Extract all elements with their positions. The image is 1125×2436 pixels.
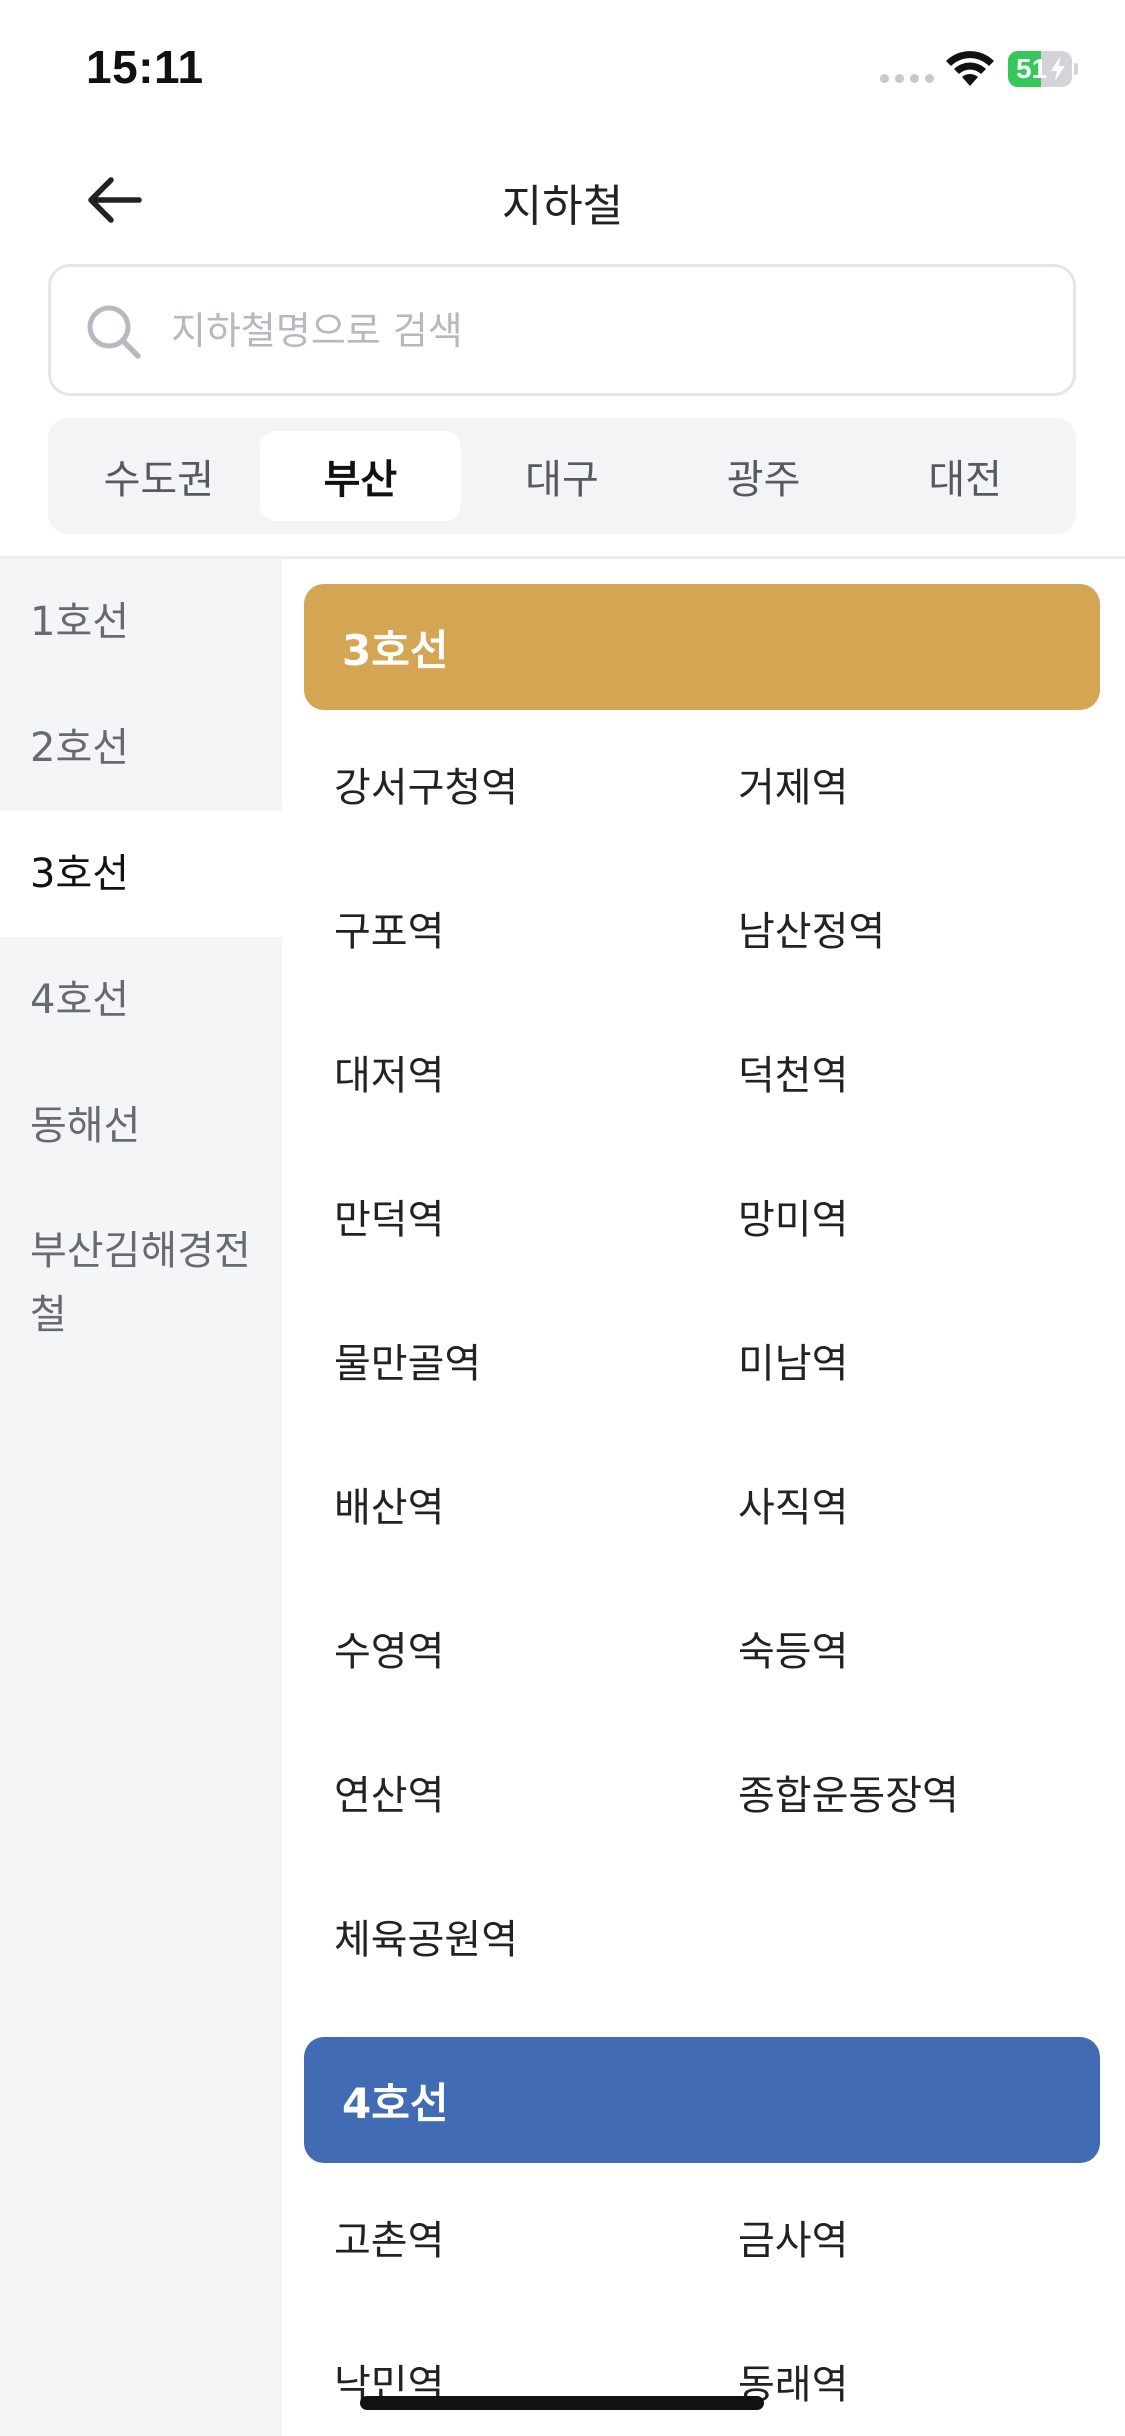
station-item[interactable]: 동래역 (738, 2309, 1125, 2436)
line-section-header: 4호선 (304, 2037, 1100, 2163)
station-item[interactable]: 물만골역 (334, 1288, 738, 1432)
charging-bolt-icon (1051, 57, 1065, 81)
sidebar-item-line[interactable]: 부산김해경전철 (0, 1189, 282, 1379)
status-time: 15:11 (86, 41, 204, 93)
sidebar-item-line[interactable]: 4호선 (0, 937, 282, 1063)
station-item[interactable]: 만덕역 (334, 1144, 738, 1288)
line-section-header: 3호선 (304, 584, 1100, 710)
nav-bar: 지하철 (0, 150, 1125, 250)
tab-region[interactable]: 광주 (663, 431, 865, 521)
wifi-icon (946, 51, 994, 86)
region-tabs: 수도권 부산 대구 광주 대전 (48, 418, 1076, 534)
home-indicator (360, 2396, 764, 2410)
status-bar: 15:11 51 (0, 0, 1125, 140)
station-item[interactable]: 사직역 (738, 1432, 1125, 1576)
station-item[interactable]: 숙등역 (738, 1576, 1125, 1720)
station-item[interactable]: 구포역 (334, 856, 738, 1000)
station-item[interactable]: 남산정역 (738, 856, 1125, 1000)
tab-region[interactable]: 부산 (259, 431, 462, 521)
page-title: 지하철 (501, 181, 624, 232)
battery-level: 51 (1016, 53, 1048, 84)
tab-region[interactable]: 대전 (864, 431, 1066, 521)
line-sidebar: 1호선 2호선 3호선 4호선 동해선 부산김해경전철 (0, 559, 282, 2436)
arrow-left-icon (88, 177, 142, 223)
station-item[interactable]: 체육공원역 (334, 1864, 738, 2008)
station-item[interactable]: 미남역 (738, 1288, 1125, 1432)
back-button[interactable] (80, 170, 150, 230)
station-item[interactable]: 고촌역 (334, 2165, 738, 2309)
search-icon (87, 305, 141, 359)
station-item[interactable]: 종합운동장역 (738, 1720, 1125, 1864)
station-item[interactable]: 연산역 (334, 1720, 738, 1864)
station-item[interactable]: 망미역 (738, 1144, 1125, 1288)
station-item[interactable]: 대저역 (334, 1000, 738, 1144)
sidebar-item-line[interactable]: 동해선 (0, 1063, 282, 1189)
battery-cap (1074, 63, 1078, 75)
sidebar-item-line[interactable]: 3호선 (0, 811, 282, 937)
subway-screen: 15:11 51 지하철 지하철명으로 검색 수도권 부산 대구 광주 대전 1… (0, 0, 1125, 2436)
station-item[interactable]: 금사역 (738, 2165, 1125, 2309)
station-item[interactable]: 수영역 (334, 1576, 738, 1720)
sidebar-item-line[interactable]: 1호선 (0, 559, 282, 685)
tab-region[interactable]: 수도권 (58, 431, 260, 521)
station-grid: 강서구청역 거제역 구포역 남산정역 대저역 덕천역 만덕역 망미역 물만골역 … (282, 710, 1125, 2012)
station-item[interactable]: 낙민역 (334, 2309, 738, 2436)
station-item[interactable]: 강서구청역 (334, 712, 738, 856)
sidebar-item-line[interactable]: 2호선 (0, 685, 282, 811)
station-item[interactable]: 덕천역 (738, 1000, 1125, 1144)
tab-region[interactable]: 대구 (461, 431, 663, 521)
station-list: 3호선 강서구청역 거제역 구포역 남산정역 대저역 덕천역 만덕역 망미역 물… (282, 559, 1125, 2436)
battery-icon: 51 (1008, 51, 1072, 87)
station-item[interactable]: 거제역 (738, 712, 1125, 856)
station-item[interactable]: 배산역 (334, 1432, 738, 1576)
cellular-signal-icon (880, 74, 934, 83)
search-bar[interactable] (48, 264, 1076, 396)
search-input[interactable] (169, 293, 1049, 369)
